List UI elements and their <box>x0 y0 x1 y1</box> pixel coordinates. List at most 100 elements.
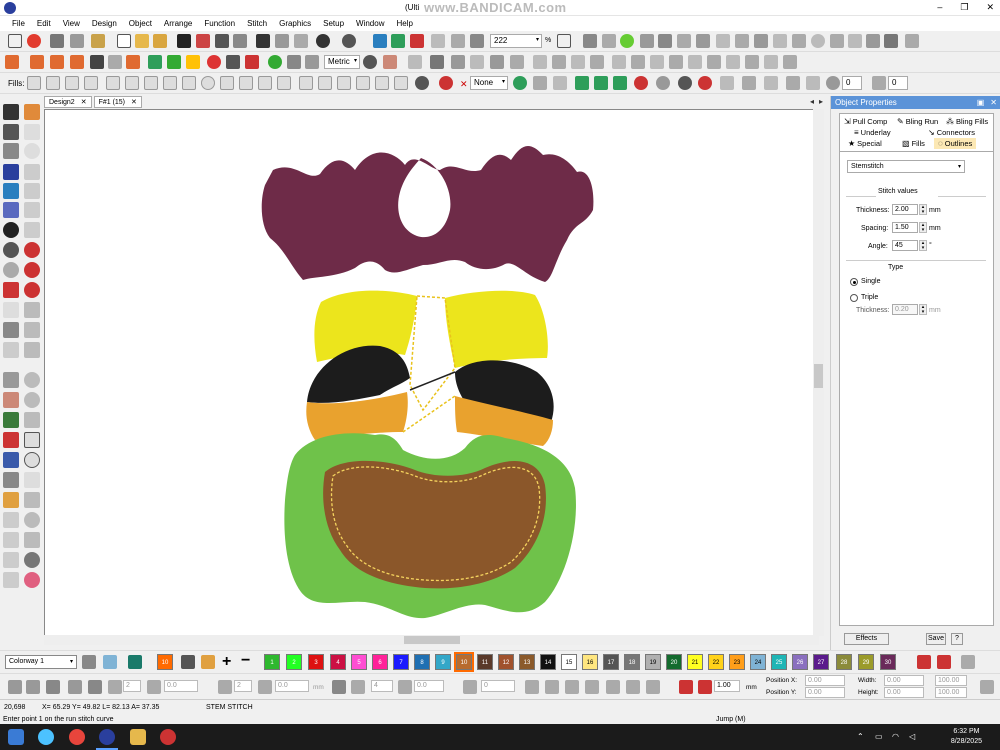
menu-object[interactable]: Object <box>129 19 152 28</box>
globe-icon[interactable] <box>811 34 825 48</box>
color-op-2-icon[interactable] <box>698 680 712 694</box>
chain-tool-icon[interactable] <box>3 412 19 428</box>
width-input[interactable]: 0.00 <box>884 675 924 686</box>
swatch-5[interactable]: 5 <box>351 654 367 670</box>
network-icon[interactable]: ▭ <box>875 732 883 741</box>
menu-stitch[interactable]: Stitch <box>247 19 267 28</box>
circle-stitch-icon[interactable] <box>268 55 282 69</box>
triple-thickness-input[interactable]: 0.20 <box>892 304 918 315</box>
print-icon[interactable] <box>215 34 229 48</box>
close-tab-icon[interactable]: ✕ <box>131 98 137 106</box>
save-icon[interactable] <box>177 34 191 48</box>
tab-design2[interactable]: Design2 ✕ <box>44 96 92 108</box>
crop-tool-icon[interactable] <box>24 302 40 318</box>
crop-icon[interactable] <box>735 34 749 48</box>
space-v-icon[interactable] <box>783 55 797 69</box>
vertical-scrollbar[interactable] <box>813 109 824 636</box>
menu-setup[interactable]: Setup <box>323 19 344 28</box>
group-icon[interactable] <box>533 55 547 69</box>
spacing-h-icon[interactable] <box>218 680 232 694</box>
menu-arrange[interactable]: Arrange <box>164 19 192 28</box>
bandicam-icon[interactable] <box>160 729 176 745</box>
edge-icon[interactable] <box>38 729 54 745</box>
run-icon[interactable] <box>50 55 64 69</box>
tab-bling-run[interactable]: ✎ Bling Run <box>897 117 938 126</box>
weld-icon[interactable] <box>490 55 504 69</box>
triple-radio[interactable] <box>850 294 858 302</box>
chrome-icon[interactable] <box>69 729 85 745</box>
color-slash-icon[interactable] <box>961 655 975 669</box>
fill-pattern-13-icon[interactable] <box>258 76 272 90</box>
swatch-24[interactable]: 24 <box>750 654 766 670</box>
spacing-mm-input[interactable]: 1.00 <box>714 680 740 692</box>
fill-pattern-5-icon[interactable] <box>106 76 120 90</box>
counter-1-icon[interactable] <box>3 572 19 588</box>
shape-tool-icon[interactable] <box>24 164 40 180</box>
windows-start-icon[interactable] <box>8 729 24 745</box>
zoom-input[interactable]: 222 ▾ <box>490 34 542 48</box>
circle-tool-icon[interactable] <box>3 222 19 238</box>
open-folder-icon[interactable] <box>135 34 149 48</box>
spacing-stepper[interactable]: ▴ ▾ <box>919 222 927 233</box>
grid-stitch-icon[interactable] <box>287 55 301 69</box>
tab-f1[interactable]: F#1 (15) ✕ <box>93 96 142 108</box>
spiral-tool-icon[interactable] <box>3 262 19 278</box>
radial-tool-icon[interactable] <box>24 282 40 298</box>
knife-icon[interactable] <box>470 55 484 69</box>
radial-icon[interactable] <box>351 680 365 694</box>
flip-icon[interactable] <box>677 34 691 48</box>
digitize-icon[interactable] <box>24 104 40 120</box>
swatch-17[interactable]: 17 <box>603 654 619 670</box>
counter-10-icon[interactable] <box>3 552 19 568</box>
remove-color-icon[interactable]: − <box>241 652 250 670</box>
stitch-player2-icon[interactable] <box>391 34 405 48</box>
shape-op-6-icon[interactable] <box>626 680 640 694</box>
swatch-3[interactable]: 3 <box>308 654 324 670</box>
tab-left-icon[interactable]: ◂ <box>810 97 814 106</box>
close-tab-icon[interactable]: ✕ <box>81 98 87 106</box>
fill-pattern-14-icon[interactable] <box>277 76 291 90</box>
align-left-icon[interactable] <box>650 55 664 69</box>
paste-icon[interactable] <box>294 34 308 48</box>
target-icon[interactable] <box>620 34 634 48</box>
swatch-29[interactable]: 29 <box>858 654 874 670</box>
fill-f-icon[interactable] <box>634 76 648 90</box>
fill-green-icon[interactable] <box>513 76 527 90</box>
fill-pattern-17-icon[interactable] <box>337 76 351 90</box>
fill-select[interactable]: None ▾ <box>470 76 508 90</box>
cut-icon[interactable] <box>256 34 270 48</box>
refresh-icon[interactable] <box>826 76 840 90</box>
position-y-input[interactable]: 0.00 <box>805 687 845 698</box>
satin-icon[interactable] <box>5 55 19 69</box>
color-grid-icon[interactable] <box>103 655 117 669</box>
tools-icon[interactable] <box>70 34 84 48</box>
fill-l-icon[interactable] <box>764 76 778 90</box>
octagon-tool-icon[interactable] <box>3 282 19 298</box>
fill-j-icon[interactable] <box>720 76 734 90</box>
swatch-27[interactable]: 27 <box>813 654 829 670</box>
view-icon[interactable] <box>866 34 880 48</box>
fill-pattern-3-icon[interactable] <box>65 76 79 90</box>
swatch-15[interactable]: 15 <box>561 654 577 670</box>
space-h-icon[interactable] <box>764 55 778 69</box>
polygon-tool-icon[interactable] <box>24 183 40 199</box>
align-top-icon[interactable] <box>707 55 721 69</box>
stitch-select-icon[interactable] <box>24 124 40 140</box>
reshape-tool-icon[interactable] <box>3 143 19 159</box>
jump-icon[interactable] <box>70 55 84 69</box>
trace-tool-icon[interactable] <box>24 532 40 548</box>
fill-pattern-11-icon[interactable] <box>220 76 234 90</box>
eyedropper-icon[interactable] <box>181 655 195 669</box>
fill-pattern-16-icon[interactable] <box>318 76 332 90</box>
stitch-edit-icon[interactable] <box>108 55 122 69</box>
monogram-tool-icon[interactable] <box>3 183 19 199</box>
thickness-stepper[interactable]: ▴ ▾ <box>919 204 927 215</box>
height-steps-icon[interactable] <box>147 680 161 694</box>
triple-thickness-stepper[interactable]: ▴ ▾ <box>919 304 927 315</box>
fill-n-icon[interactable] <box>806 76 820 90</box>
current-color-swatch[interactable]: 10 <box>157 654 173 670</box>
diamond-tool-icon[interactable] <box>3 202 19 218</box>
measure-icon[interactable] <box>363 55 377 69</box>
stitch-type-select[interactable]: Stemstitch ▾ <box>847 160 965 173</box>
feather-tool-icon[interactable] <box>3 492 19 508</box>
